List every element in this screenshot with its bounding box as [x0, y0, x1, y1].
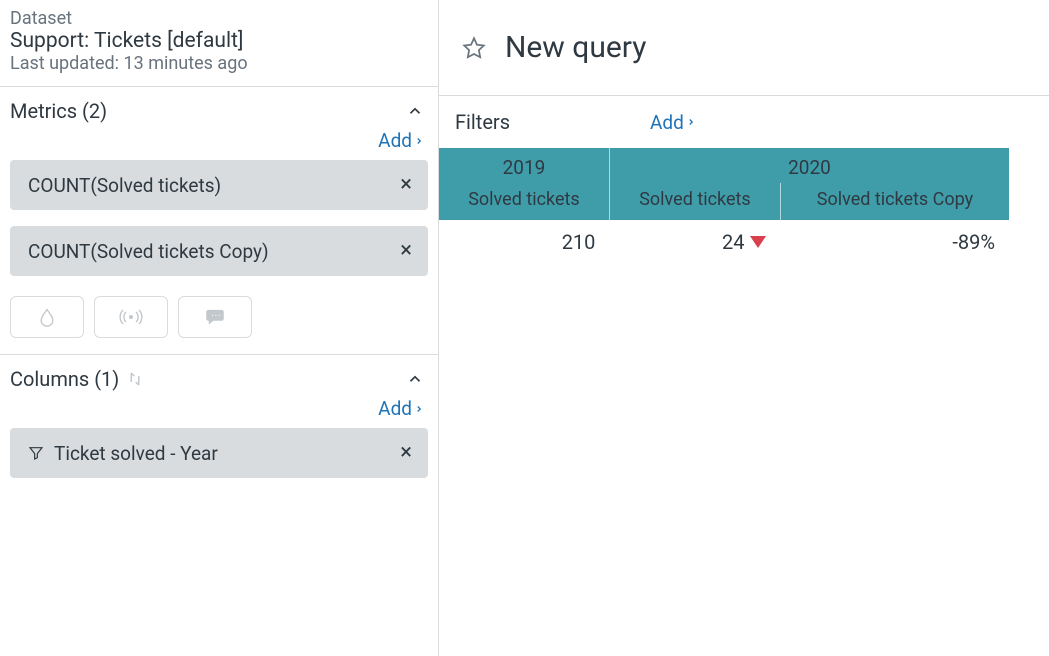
- filters-add-label: Add: [650, 111, 684, 134]
- remove-column-button[interactable]: ×: [400, 442, 412, 464]
- chevron-right-icon: [686, 116, 696, 128]
- columns-title: Columns (1): [10, 367, 145, 391]
- star-icon[interactable]: [461, 35, 487, 61]
- filters-add-button[interactable]: Add: [650, 111, 696, 134]
- columns-add-button[interactable]: Add: [378, 397, 424, 420]
- columns-count: (1): [94, 367, 119, 391]
- metric-header[interactable]: Solved tickets Copy: [780, 183, 1009, 220]
- swap-icon[interactable]: [125, 370, 145, 388]
- columns-section-header[interactable]: Columns (1): [0, 355, 438, 397]
- chevron-up-icon[interactable]: [406, 370, 424, 388]
- metrics-title: Metrics (2): [10, 99, 107, 123]
- table-row: 210 24 -89%: [439, 220, 1009, 264]
- signal-icon-button[interactable]: [94, 296, 168, 338]
- chevron-right-icon: [414, 403, 424, 415]
- drop-icon-button[interactable]: [10, 296, 84, 338]
- dataset-label: Dataset: [10, 8, 428, 29]
- signal-icon: [118, 307, 144, 327]
- chart-type-row: [0, 292, 438, 355]
- cell-value: -89%: [780, 220, 1009, 264]
- cell-value: 210: [439, 220, 609, 264]
- sidebar: Dataset Support: Tickets [default] Last …: [0, 0, 439, 656]
- columns-add-label: Add: [378, 397, 412, 420]
- dataset-name[interactable]: Support: Tickets [default]: [10, 29, 428, 53]
- dataset-block: Dataset Support: Tickets [default] Last …: [0, 0, 438, 87]
- chevron-up-icon[interactable]: [406, 102, 424, 120]
- chevron-right-icon: [414, 135, 424, 147]
- main-panel: New query Filters Add 2019 2020 Solved t…: [439, 0, 1049, 656]
- metric-chips: COUNT(Solved tickets) × COUNT(Solved tic…: [0, 160, 438, 292]
- metric-chip-label: COUNT(Solved tickets): [28, 174, 221, 197]
- remove-metric-button[interactable]: ×: [400, 240, 412, 262]
- comment-icon: [204, 307, 226, 327]
- metrics-add-button[interactable]: Add: [378, 129, 424, 152]
- main-header: New query: [439, 0, 1049, 96]
- metric-header[interactable]: Solved tickets: [439, 183, 609, 220]
- metric-header[interactable]: Solved tickets: [609, 183, 780, 220]
- metrics-title-text: Metrics: [10, 99, 77, 123]
- cell-number: 24: [722, 230, 744, 254]
- metrics-section-header[interactable]: Metrics (2): [0, 87, 438, 129]
- filters-label: Filters: [455, 110, 510, 134]
- column-chips: Ticket solved - Year ×: [0, 428, 438, 494]
- dataset-updated: Last updated: 13 minutes ago: [10, 53, 428, 74]
- year-header[interactable]: 2019: [439, 148, 609, 183]
- cell-value: 24: [609, 220, 780, 264]
- metric-chip[interactable]: COUNT(Solved tickets) ×: [10, 160, 428, 210]
- year-header[interactable]: 2020: [609, 148, 1009, 183]
- results-table: 2019 2020 Solved tickets Solved tickets …: [439, 148, 1049, 264]
- metric-chip-label: COUNT(Solved tickets Copy): [28, 240, 269, 263]
- drop-icon: [37, 306, 57, 328]
- metrics-count: (2): [82, 99, 107, 123]
- filters-row: Filters Add: [439, 96, 1049, 148]
- metric-chip[interactable]: COUNT(Solved tickets Copy) ×: [10, 226, 428, 276]
- remove-metric-button[interactable]: ×: [400, 174, 412, 196]
- query-title[interactable]: New query: [505, 30, 646, 65]
- filter-icon: [28, 445, 44, 461]
- trend-down-icon: [750, 236, 766, 248]
- columns-title-text: Columns: [10, 367, 89, 391]
- column-chip-label: Ticket solved - Year: [54, 442, 218, 465]
- metrics-add-label: Add: [378, 129, 412, 152]
- column-chip[interactable]: Ticket solved - Year ×: [10, 428, 428, 478]
- comment-icon-button[interactable]: [178, 296, 252, 338]
